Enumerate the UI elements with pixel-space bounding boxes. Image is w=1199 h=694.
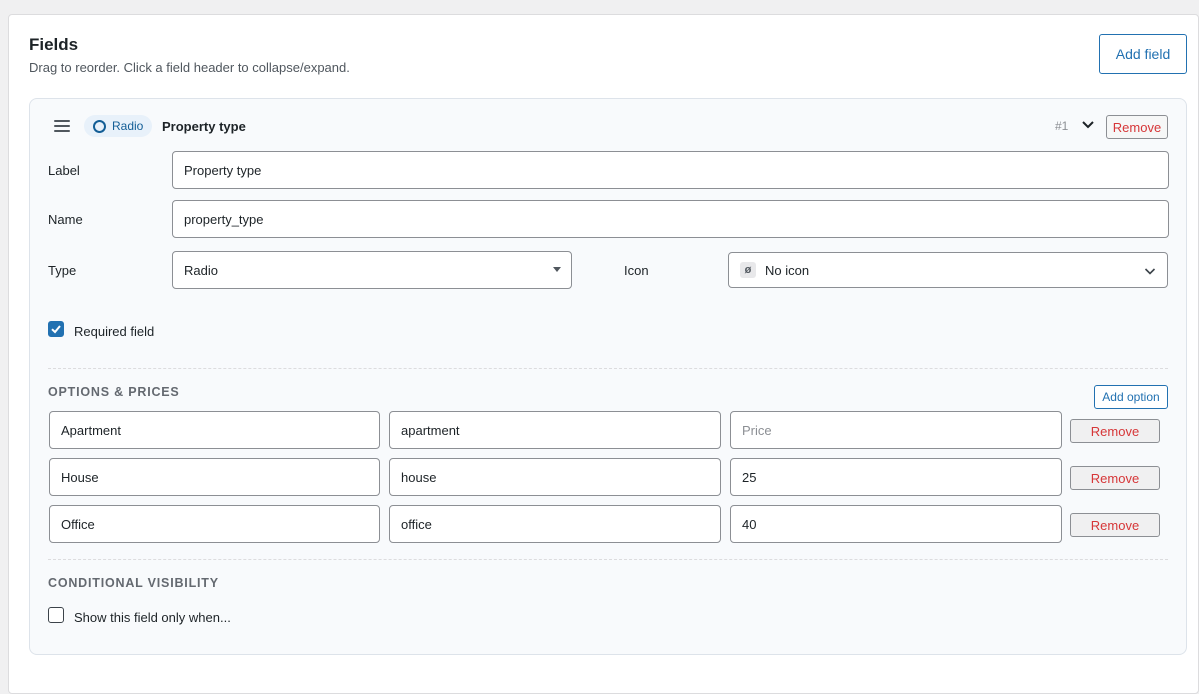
type-select-value: Radio: [184, 262, 218, 278]
option-label-input[interactable]: Office: [49, 505, 380, 543]
option-price-input[interactable]: 40: [730, 505, 1062, 543]
name-caption: Name: [48, 212, 83, 227]
label-caption: Label: [48, 163, 80, 178]
chevron-down-icon[interactable]: [1080, 117, 1096, 133]
required-label: Required field: [74, 324, 155, 339]
option-value-input[interactable]: house: [389, 458, 721, 496]
field-card: Radio Property type #1 Remove Label Prop…: [29, 98, 1187, 655]
fields-panel: Fields Drag to reorder. Click a field he…: [8, 14, 1199, 694]
option-value-input[interactable]: apartment: [389, 411, 721, 449]
add-field-button[interactable]: Add field: [1099, 34, 1187, 74]
panel-subtitle: Drag to reorder. Click a field header to…: [29, 60, 350, 75]
field-type-badge-label: Radio: [112, 119, 144, 133]
remove-option-button[interactable]: Remove: [1070, 466, 1160, 490]
panel-title: Fields: [29, 35, 79, 54]
option-price-input[interactable]: 25: [730, 458, 1062, 496]
radio-icon: [93, 119, 106, 133]
required-checkbox[interactable]: [48, 321, 64, 337]
chevron-down-icon: [1144, 265, 1156, 277]
add-option-button[interactable]: Add option: [1094, 385, 1168, 409]
label-input[interactable]: Property type: [172, 151, 1169, 189]
section-divider: [48, 368, 1168, 369]
conditional-checkbox[interactable]: [48, 607, 64, 623]
field-type-badge: Radio: [84, 115, 153, 137]
section-divider: [48, 559, 1168, 560]
checkmark-icon: [51, 325, 61, 334]
option-price-input[interactable]: Price: [730, 411, 1062, 449]
conditional-checkbox-label: Show this field only when...: [74, 610, 231, 625]
option-label-input[interactable]: House: [49, 458, 380, 496]
options-section-title: OPTIONS & PRICES: [48, 385, 180, 399]
remove-option-button[interactable]: Remove: [1070, 419, 1160, 443]
option-label-input[interactable]: Apartment: [49, 411, 380, 449]
no-icon-icon: ø: [740, 262, 756, 278]
field-index: #1: [1055, 119, 1069, 133]
drag-handle-icon[interactable]: [54, 120, 70, 132]
type-caption: Type: [48, 263, 77, 278]
field-card-title[interactable]: Property type: [162, 119, 246, 134]
caret-down-icon: [553, 267, 561, 272]
conditional-section-title: CONDITIONAL VISIBILITY: [48, 576, 219, 590]
remove-field-button[interactable]: Remove: [1106, 115, 1168, 139]
icon-select-value: No icon: [765, 262, 810, 278]
icon-caption: Icon: [624, 263, 649, 278]
icon-select[interactable]: ø No icon: [728, 252, 1168, 288]
type-select[interactable]: Radio: [172, 251, 572, 289]
option-value-input[interactable]: office: [389, 505, 721, 543]
name-input[interactable]: property_type: [172, 200, 1169, 238]
remove-option-button[interactable]: Remove: [1070, 513, 1160, 537]
